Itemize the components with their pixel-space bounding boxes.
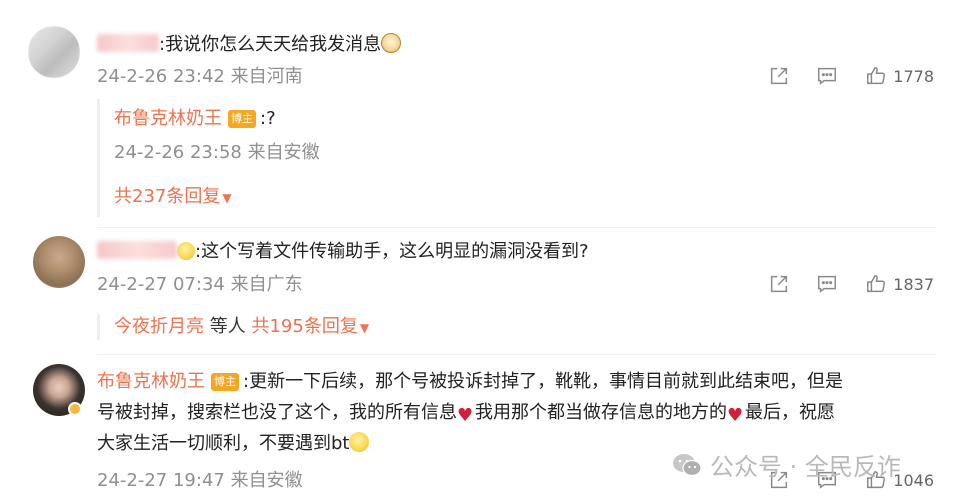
broken-heart-icon: ♥	[727, 405, 744, 426]
thumbs-up-icon	[867, 275, 886, 293]
share-button[interactable]	[755, 271, 803, 297]
comment-icon	[818, 275, 837, 293]
avatar[interactable]	[28, 26, 80, 78]
comment-text-line2c: 最后，祝愿	[745, 402, 835, 423]
like-count: 1778	[893, 66, 934, 86]
comment-time: 24-2-27 19:47	[97, 470, 225, 491]
comment-time: 24-2-26 23:42	[97, 66, 225, 87]
more-replies-label: 共237条回复	[114, 186, 221, 207]
crown-emoji-icon	[177, 242, 195, 260]
reply-time: 24-2-26 23:58	[114, 142, 242, 163]
comment-button[interactable]	[803, 63, 851, 89]
comment-body: :这个写着文件传输助手，这么明显的漏洞没看到?	[97, 239, 589, 265]
thumbs-up-icon	[867, 67, 886, 85]
comment-author[interactable]: 布鲁克林奶王	[97, 371, 205, 392]
replied-by-suffix: 等人	[209, 316, 246, 337]
caret-down-icon: ▼	[359, 321, 370, 335]
divider	[97, 354, 937, 355]
comment-actions: 1778	[755, 63, 934, 89]
comment-text: :我说你怎么天天给我发消息	[159, 34, 382, 55]
blurred-username[interactable]	[97, 34, 159, 52]
share-icon	[771, 275, 788, 293]
comment-line-2: 号被封掉，搜索栏也没了这个，我的所有信息♥ 我用那个都当做存信息的地方的♥ 最后，祝…	[97, 397, 937, 428]
divider	[97, 227, 937, 228]
verified-badge-icon	[68, 402, 82, 416]
dog-emoji-icon	[381, 33, 402, 53]
blurred-username[interactable]	[97, 241, 177, 259]
like-count: 1837	[893, 274, 934, 294]
watermark: 公众号 · 全民反诈	[672, 447, 901, 482]
broken-heart-icon: ♥	[457, 405, 474, 426]
comment-body: 布鲁克林奶王 博主:更新一下后续，那个号被投诉封掉了，靴靴，事情目前就到此结束吧，…	[97, 366, 937, 459]
comment-line-1: 布鲁克林奶王 博主:更新一下后续，那个号被投诉封掉了，靴靴，事情目前就到此结束吧，…	[97, 366, 937, 397]
comment-text: :这个写着文件传输助手，这么明显的漏洞没看到?	[195, 241, 589, 262]
reply-location: 来自安徽	[247, 142, 320, 163]
comment-text-line1: :更新一下后续，那个号被投诉封掉了，靴靴，事情目前就到此结束吧，但是	[243, 371, 844, 392]
comment-button[interactable]	[803, 271, 851, 297]
reply-author[interactable]: 布鲁克林奶王	[114, 108, 222, 129]
comment-text-line2a: 号被封掉，搜索栏也没了这个，我的所有信息	[97, 402, 457, 423]
comment-text-line3: 大家生活一切顺利，不要遇到bt	[97, 433, 350, 454]
reply-block: 布鲁克林奶王 博主:? 24-2-26 23:58 来自安徽 共237条回复 ▼	[97, 99, 917, 217]
like-button[interactable]: 1778	[851, 63, 934, 89]
comment-actions: 1837	[755, 271, 934, 297]
comment-text-line2b: 我用那个都当做存信息的地方的	[475, 402, 727, 423]
comment-meta: 24-2-26 23:42 来自河南	[97, 64, 303, 90]
shy-face-emoji-icon	[349, 432, 370, 452]
caret-down-icon: ▼	[222, 191, 232, 205]
more-replies-label: 共195条回复	[251, 316, 358, 337]
comment-meta: 24-2-27 07:34 来自广东	[97, 272, 303, 298]
comment-location: 来自河南	[230, 66, 303, 87]
watermark-text: 公众号 · 全民反诈	[710, 453, 901, 481]
reply-body: 布鲁克林奶王 博主:?	[114, 106, 276, 132]
comment-location: 来自广东	[230, 274, 303, 295]
comment-time: 24-2-27 07:34	[97, 274, 225, 295]
comment-meta: 24-2-27 19:47 来自安徽	[97, 468, 303, 494]
share-button[interactable]	[755, 63, 803, 89]
avatar[interactable]	[33, 236, 85, 288]
wechat-icon	[673, 453, 702, 476]
blogger-badge: 博主	[211, 373, 239, 391]
comment-location: 来自安徽	[230, 470, 303, 491]
more-replies-link[interactable]: 共237条回复 ▼	[114, 184, 232, 211]
reply-meta: 24-2-26 23:58 来自安徽	[114, 140, 320, 166]
share-icon	[771, 67, 788, 85]
comment-icon	[818, 67, 837, 85]
reply-block: 今夜折月亮 等人 共195条回复 ▼	[97, 314, 697, 340]
reply-text: :?	[260, 108, 276, 129]
like-button[interactable]: 1837	[851, 271, 934, 297]
comment-body: :我说你怎么天天给我发消息	[97, 32, 402, 58]
replies-summary[interactable]: 今夜折月亮 等人 共195条回复 ▼	[114, 314, 369, 341]
replied-by-name[interactable]: 今夜折月亮	[114, 316, 204, 337]
blogger-badge: 博主	[228, 110, 256, 128]
